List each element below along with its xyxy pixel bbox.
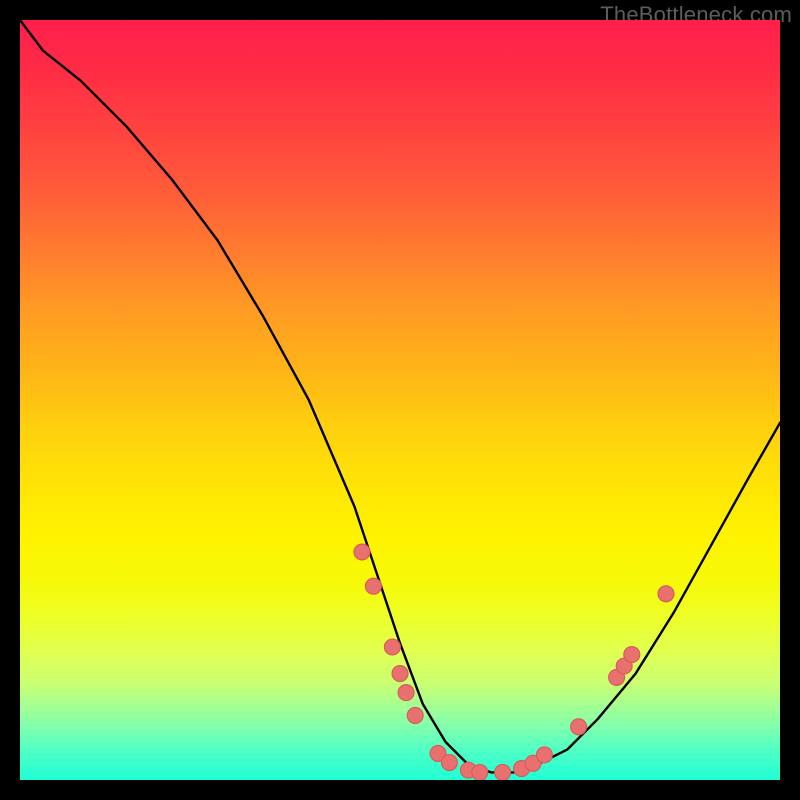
curve-marker: [354, 544, 370, 560]
curve-marker: [441, 755, 457, 771]
curve-marker: [536, 747, 552, 763]
curve-marker: [365, 578, 381, 594]
curve-marker: [384, 639, 400, 655]
bottleneck-curve: [20, 20, 780, 772]
curve-marker: [407, 707, 423, 723]
curve-marker: [624, 647, 640, 663]
chart-stage: TheBottleneck.com: [0, 0, 800, 800]
curve-markers: [354, 544, 674, 780]
curve-marker: [658, 586, 674, 602]
curve-marker: [392, 666, 408, 682]
plot-area: [20, 20, 780, 780]
curve-marker: [472, 764, 488, 780]
chart-svg: [20, 20, 780, 780]
curve-marker: [571, 719, 587, 735]
curve-marker: [398, 685, 414, 701]
curve-marker: [495, 764, 511, 780]
